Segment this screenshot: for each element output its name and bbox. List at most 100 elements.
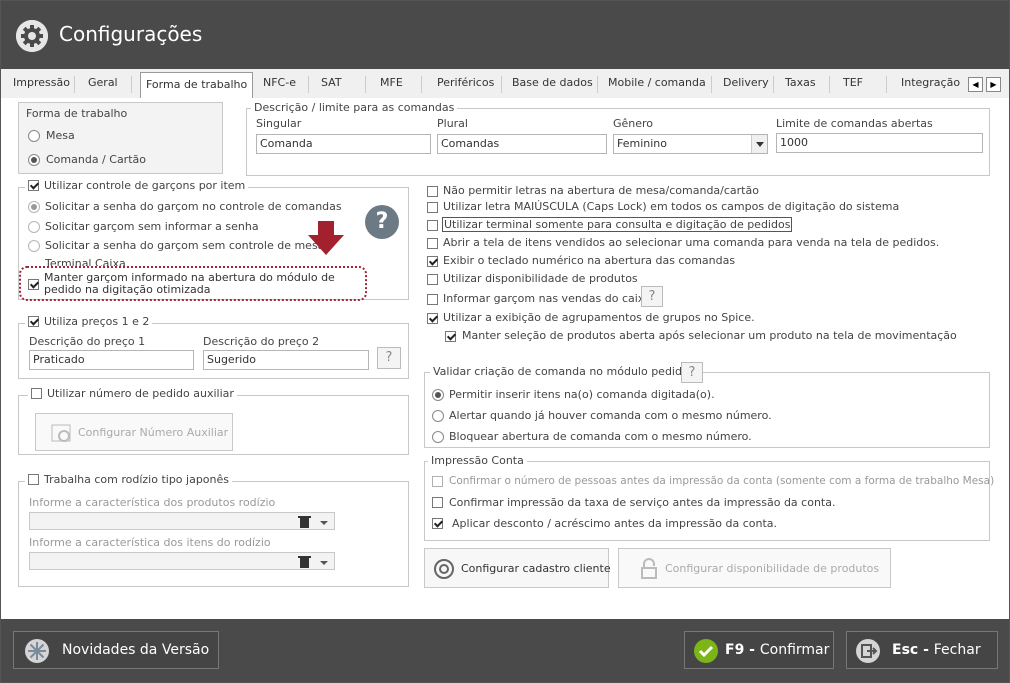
novidades-button[interactable]: Novidades da Versão [13,631,219,669]
forma-trabalho-group: Forma de trabalho Mesa Comanda / Cartão [18,102,223,174]
opcao-checkbox-2[interactable] [427,220,438,231]
tab-delivery[interactable]: Delivery [723,74,769,97]
confirmar-pessoas-label: Confirmar o número de pessoas antes da i… [449,475,995,487]
fechar-text: Fechar [933,642,981,658]
rodizio-checkbox[interactable] [28,474,39,485]
opcao-checkbox-0[interactable] [427,186,438,197]
tab-scroll-right-button[interactable]: ▶ [986,77,1001,92]
mesa-radio[interactable] [28,130,40,142]
validar-group: Validar criação de comanda no módulo ped… [424,362,990,448]
opcao-label-0: Não permitir letras na abertura de mesa/… [443,184,759,197]
rodizio-title: Trabalha com rodízio tipo japonês [44,473,230,486]
preco1-input[interactable]: Praticado [29,350,194,370]
tab-mobile-comanda[interactable]: Mobile / comanda [608,74,706,97]
rodizio-header: Trabalha com rodízio tipo japonês [25,473,233,486]
tab-perifericos[interactable]: Periféricos [437,74,494,97]
check-icon [694,639,718,663]
preco2-input[interactable]: Sugerido [203,350,369,370]
novidades-label: Novidades da Versão [62,642,210,658]
confirmar-taxa-checkbox[interactable] [432,497,443,508]
fechar-button[interactable]: Esc - Fechar [846,631,998,669]
bloquear-label: Bloquear abertura de comanda com o mesmo… [449,430,752,443]
garcons-header: Utilizar controle de garçons por item [25,179,249,192]
descricao-limite-title: Descrição / limite para as comandas [251,101,458,114]
arrow-down-icon [308,221,344,255]
trash-icon[interactable] [298,555,332,569]
genero-select[interactable]: Feminino [613,134,768,154]
produtos-rodizio-label: Informe a característica dos produtos ro… [29,496,276,509]
opcao-label-2: Utilizar terminal somente para consulta … [442,217,793,232]
descricao-limite-group: Descrição / limite para as comandas Sing… [246,101,990,176]
tab-tef[interactable]: TEF [843,74,863,97]
tab-geral[interactable]: Geral [88,74,118,97]
informar-garcom-help-button[interactable]: ? [641,286,663,307]
confirmar-taxa-label: Confirmar impressão da taxa de serviço a… [449,496,836,509]
opcao-checkbox-6[interactable] [427,294,438,305]
chevron-down-icon[interactable] [751,135,767,153]
configurar-numero-auxiliar-button[interactable]: Configurar Número Auxiliar [35,413,233,451]
tab-forma-trabalho[interactable]: Forma de trabalho [140,72,254,98]
opcao-checkbox-1[interactable] [427,202,438,213]
confirmar-text: Confirmar [759,642,830,658]
precos-header: Utiliza preços 1 e 2 [25,315,153,328]
tab-taxas[interactable]: Taxas [785,74,816,97]
preco1-label: Descrição do preço 1 [29,335,146,348]
configurar-cadastro-cliente-button[interactable]: Configurar cadastro cliente [424,548,611,588]
trash-icon[interactable] [298,515,332,529]
itens-rodizio-select[interactable] [29,552,335,570]
help-icon[interactable]: ? [365,205,399,239]
aplicar-desconto-checkbox[interactable] [432,518,443,529]
configurar-disponibilidade-label: Configurar disponibilidade de produtos [665,562,880,575]
confirmar-sep: - [744,642,760,658]
alertar-radio[interactable] [432,410,444,422]
garcons-checkbox[interactable] [28,180,39,191]
configurar-numero-auxiliar-label: Configurar Número Auxiliar [78,426,229,439]
pedido-aux-header: Utilizar número de pedido auxiliar [28,387,237,400]
produtos-rodizio-select[interactable] [29,512,335,530]
sem-senha-radio[interactable] [28,221,40,233]
opcao-checkbox-7[interactable] [427,313,438,324]
pedido-aux-checkbox[interactable] [31,388,42,399]
mesa-label: Mesa [46,129,75,142]
senha-controle-radio[interactable] [28,201,40,213]
tab-scroll-left-button[interactable]: ◀ [968,77,983,92]
fechar-sep: - [918,642,934,658]
tab-impressao[interactable]: Impressão [13,74,70,97]
sem-mesa-radio[interactable] [28,240,40,252]
lock-icon [641,558,657,579]
opcao-label-7: Utilizar a exibição de agrupamentos de g… [443,311,755,324]
tab-sat[interactable]: SAT [321,74,342,97]
configurar-disponibilidade-button[interactable]: Configurar disponibilidade de produtos [618,548,891,588]
bloquear-radio[interactable] [432,431,444,443]
opcao-checkbox-5[interactable] [427,274,438,285]
comanda-cartao-radio[interactable] [28,154,40,166]
precos-help-button[interactable]: ? [377,347,401,369]
sem-mesa-label: Solicitar a senha do garçom sem controle… [45,239,325,252]
garcons-title: Utilizar controle de garçons por item [44,179,246,192]
tab-mfe[interactable]: MFE [380,74,403,97]
plural-input[interactable]: Comandas [437,134,607,154]
permitir-radio[interactable] [432,389,444,401]
validar-help-button[interactable]: ? [681,362,703,383]
itens-rodizio-label: Informe a característica dos itens do ro… [29,536,271,549]
tab-nfce[interactable]: NFC-e [263,74,296,97]
fechar-label: Esc - Fechar [892,642,981,658]
tab-base-dados[interactable]: Base de dados [512,74,593,97]
forma-trabalho-title: Forma de trabalho [26,107,128,120]
singular-label: Singular [256,117,302,130]
pedido-aux-title: Utilizar número de pedido auxiliar [47,387,234,400]
senha-controle-label: Solicitar a senha do garçom no controle … [45,200,342,213]
opcao-checkbox-3[interactable] [427,238,438,249]
singular-input[interactable]: Comanda [256,134,431,154]
confirmar-pessoas-checkbox[interactable] [432,476,443,487]
confirmar-button[interactable]: F9 - Confirmar [684,631,834,669]
genero-label: Gênero [613,117,654,130]
limite-input[interactable]: 1000 [776,133,983,153]
tab-integracao[interactable]: Integração [901,74,960,97]
manter-selecao-checkbox[interactable] [445,331,456,342]
plural-label: Plural [437,117,468,130]
opcao-checkbox-4[interactable] [427,256,438,267]
tab-bar: Impressão Geral Forma de trabalho NFC-e … [1,69,1009,98]
title-bar: Configurações [1,1,1009,69]
precos-checkbox[interactable] [28,316,39,327]
